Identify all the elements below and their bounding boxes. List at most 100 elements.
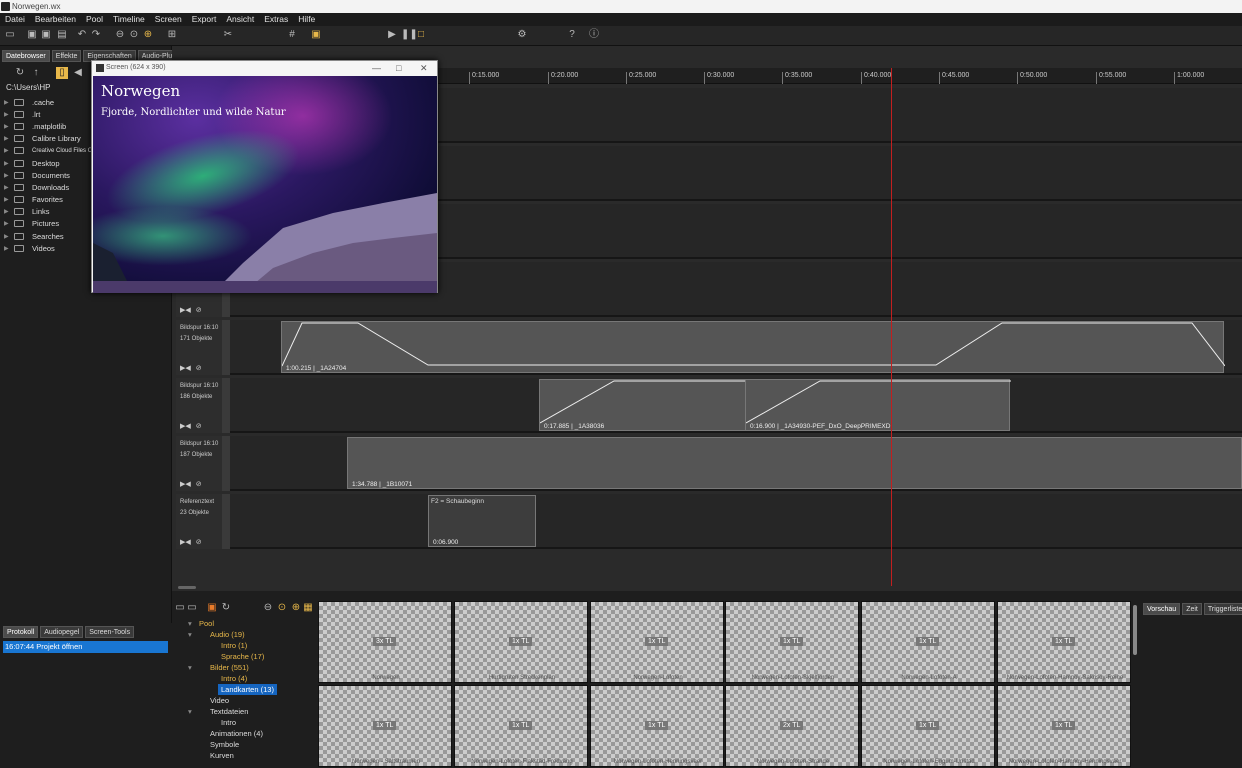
tab-protokoll[interactable]: Protokoll xyxy=(3,626,39,638)
list-item[interactable]: ▶ Pictures xyxy=(4,218,104,230)
thumbnail[interactable]: 1x TL Norwegen-Lofoten-Flakstad-Fredvang xyxy=(454,685,588,767)
file-filter-icon[interactable]: ▯ xyxy=(56,67,68,79)
redo-icon[interactable]: ↷ xyxy=(90,29,102,41)
tab-audiopegel[interactable]: Audiopegel xyxy=(40,626,84,638)
zoom-out-icon[interactable]: ⊖ xyxy=(262,602,274,614)
tab-datebrowser[interactable]: Datebrowser xyxy=(2,50,50,62)
pool-animationen[interactable]: Animationen (4) xyxy=(210,728,263,739)
tab-effekte[interactable]: Effekte xyxy=(51,50,82,62)
zoom-in-icon[interactable]: ⊕ xyxy=(142,29,154,41)
list-item[interactable]: ▶ Desktop xyxy=(4,157,104,169)
expand-icon[interactable]: ▾ xyxy=(188,618,192,629)
copy-icon[interactable]: ▤ xyxy=(56,29,68,41)
horizontal-scrollbar[interactable] xyxy=(178,586,196,589)
menu-timeline[interactable]: Timeline xyxy=(108,13,150,26)
list-item[interactable]: ▶ .matplotlib xyxy=(4,120,104,132)
list-item[interactable]: ▶ Downloads xyxy=(4,181,104,193)
list-item[interactable]: ▶ Links xyxy=(4,206,104,218)
folder-icon[interactable]: ▭ xyxy=(174,602,186,614)
mute-icon[interactable]: ⊘ xyxy=(196,480,202,488)
undo-icon[interactable]: ↶ xyxy=(76,29,88,41)
thumbnail[interactable]: 1x TL Hurtigruten Streckenplan xyxy=(454,601,588,683)
list-item[interactable]: ▶ Calibre Library xyxy=(4,133,104,145)
thumbnail[interactable]: 1x TL Norwegen-Lofoten-Skjelfjorden xyxy=(725,601,859,683)
track-handle[interactable] xyxy=(222,378,230,433)
refresh-icon[interactable]: ↻ xyxy=(220,602,232,614)
pool-bilder-intro[interactable]: Intro (4) xyxy=(221,673,247,684)
pool-bilder[interactable]: Bilder (551) xyxy=(210,662,249,673)
pool-video[interactable]: Video xyxy=(210,695,229,706)
expand-icon[interactable]: ▾ xyxy=(188,706,192,717)
pool-kurven[interactable]: Kurven xyxy=(210,750,234,761)
thumbnail[interactable]: 1x TL Norwegen-Lofoten-Hamnoy-Henningsvae… xyxy=(997,685,1131,767)
mute-icon[interactable]: ⊘ xyxy=(196,364,202,372)
zoom-in-icon[interactable]: ⊕ xyxy=(290,602,302,614)
playhead[interactable] xyxy=(891,68,892,586)
track-handle[interactable] xyxy=(222,320,230,375)
pool-audio[interactable]: Audio (19) xyxy=(210,629,245,640)
thumbnail[interactable]: 1x TL Norwegen-Lofoten-Henningsvaer xyxy=(590,685,724,767)
minimize-icon[interactable]: — xyxy=(372,61,381,75)
expand-icon[interactable]: ▶ xyxy=(4,123,14,130)
expand-icon[interactable]: ▶ xyxy=(4,196,14,203)
menu-screen[interactable]: Screen xyxy=(150,13,187,26)
tab-screen-tools[interactable]: Screen-Tools xyxy=(85,626,135,638)
log-entry[interactable]: 16:07:44 Projekt öffnen xyxy=(3,641,168,653)
list-item[interactable]: ▶ .lrt xyxy=(4,108,104,120)
screen-icon[interactable]: ▣ xyxy=(310,29,322,41)
menu-ansicht[interactable]: Ansicht xyxy=(221,13,259,26)
expand-icon[interactable]: ▾ xyxy=(188,662,192,673)
grid-view-icon[interactable]: ▦ xyxy=(302,602,314,614)
zoom-out-icon[interactable]: ⊖ xyxy=(114,29,126,41)
pool-text-intro[interactable]: Intro xyxy=(221,717,236,728)
text-track[interactable]: Referenztext 23 Objekte ▶◀ ⊘ F2 = Schaub… xyxy=(176,494,1242,549)
list-item[interactable]: ▶ .cache xyxy=(4,96,104,108)
thumbnail[interactable]: 1x TL Norwegen - Saltstraumen xyxy=(318,685,452,767)
menu-datei[interactable]: Datei xyxy=(0,13,30,26)
solo-icon[interactable]: ▶◀ xyxy=(180,538,191,546)
settings-icon[interactable]: ⚙ xyxy=(516,29,528,41)
zoom-fit-icon[interactable]: ⊙ xyxy=(276,602,288,614)
text-clip[interactable]: F2 = Schaubeginn 0:06.900 xyxy=(428,495,536,547)
refresh-icon[interactable]: ↻ xyxy=(14,67,26,79)
preview-window[interactable]: Screen (624 x 390) — □ ✕ Norwegen Fjorde… xyxy=(91,60,438,293)
mute-icon[interactable]: ⊘ xyxy=(196,538,202,546)
expand-icon[interactable]: ▶ xyxy=(4,160,14,167)
menu-bearbeiten[interactable]: Bearbeiten xyxy=(30,13,81,26)
track-handle[interactable] xyxy=(222,436,230,491)
info-icon[interactable]: ⓘ xyxy=(588,29,600,41)
expand-icon[interactable]: ▶ xyxy=(4,147,14,154)
image-track[interactable]: Bildspur 16:10 187 Objekte ▶◀ ⊘ 1:34.788… xyxy=(176,436,1242,491)
list-item[interactable]: ▶ Creative Cloud Files Comp xyxy=(4,145,104,157)
pool-audio-sprache[interactable]: Sprache (17) xyxy=(221,651,264,662)
close-icon[interactable]: ✕ xyxy=(420,61,428,75)
preview-titlebar[interactable]: Screen (624 x 390) — □ ✕ xyxy=(92,61,437,75)
list-item[interactable]: ▶ Favorites xyxy=(4,194,104,206)
solo-icon[interactable]: ▶◀ xyxy=(180,364,191,372)
menu-hilfe[interactable]: Hilfe xyxy=(293,13,320,26)
thumbnail[interactable]: 2x TL Norwegen-Lofoten-Strande xyxy=(725,685,859,767)
expand-icon[interactable]: ▶ xyxy=(4,111,14,118)
open-folder-icon[interactable]: ▭ xyxy=(186,602,198,614)
help-icon[interactable]: ? xyxy=(566,29,578,41)
cut-icon[interactable]: ✂ xyxy=(222,29,234,41)
grid-icon[interactable]: # xyxy=(286,29,298,41)
expand-icon[interactable]: ▶ xyxy=(4,135,14,142)
menu-export[interactable]: Export xyxy=(187,13,222,26)
thumbnail[interactable]: 1x TL Norwegen-Lofoten-Hamnoy-Sakrisoy-Re… xyxy=(997,601,1131,683)
stack-icon[interactable]: ▣ xyxy=(206,602,218,614)
image-clip[interactable]: 0:17.885 | _1A38036 xyxy=(539,379,747,431)
thumbnail[interactable]: 3x TL Norwegen xyxy=(318,601,452,683)
image-clip[interactable]: 1:00.215 | _1A24704 xyxy=(281,321,1225,373)
vertical-scrollbar[interactable] xyxy=(1133,605,1137,655)
mute-icon[interactable]: ⊘ xyxy=(196,306,202,314)
thumbnail[interactable]: 1x TL Norwegen-Lofoten-Eggum-Unstad xyxy=(861,685,995,767)
list-item[interactable]: ▶ Documents xyxy=(4,169,104,181)
expand-icon[interactable]: ▶ xyxy=(4,245,14,252)
expand-icon[interactable]: ▶ xyxy=(4,233,14,240)
tab-zeit[interactable]: Zeit xyxy=(1182,603,1202,615)
zoom-fit-icon[interactable]: ⊙ xyxy=(128,29,140,41)
menu-extras[interactable]: Extras xyxy=(259,13,293,26)
list-item[interactable]: ▶ Videos xyxy=(4,242,104,254)
pool-bilder-landkarten[interactable]: Landkarten (13) xyxy=(218,684,277,695)
